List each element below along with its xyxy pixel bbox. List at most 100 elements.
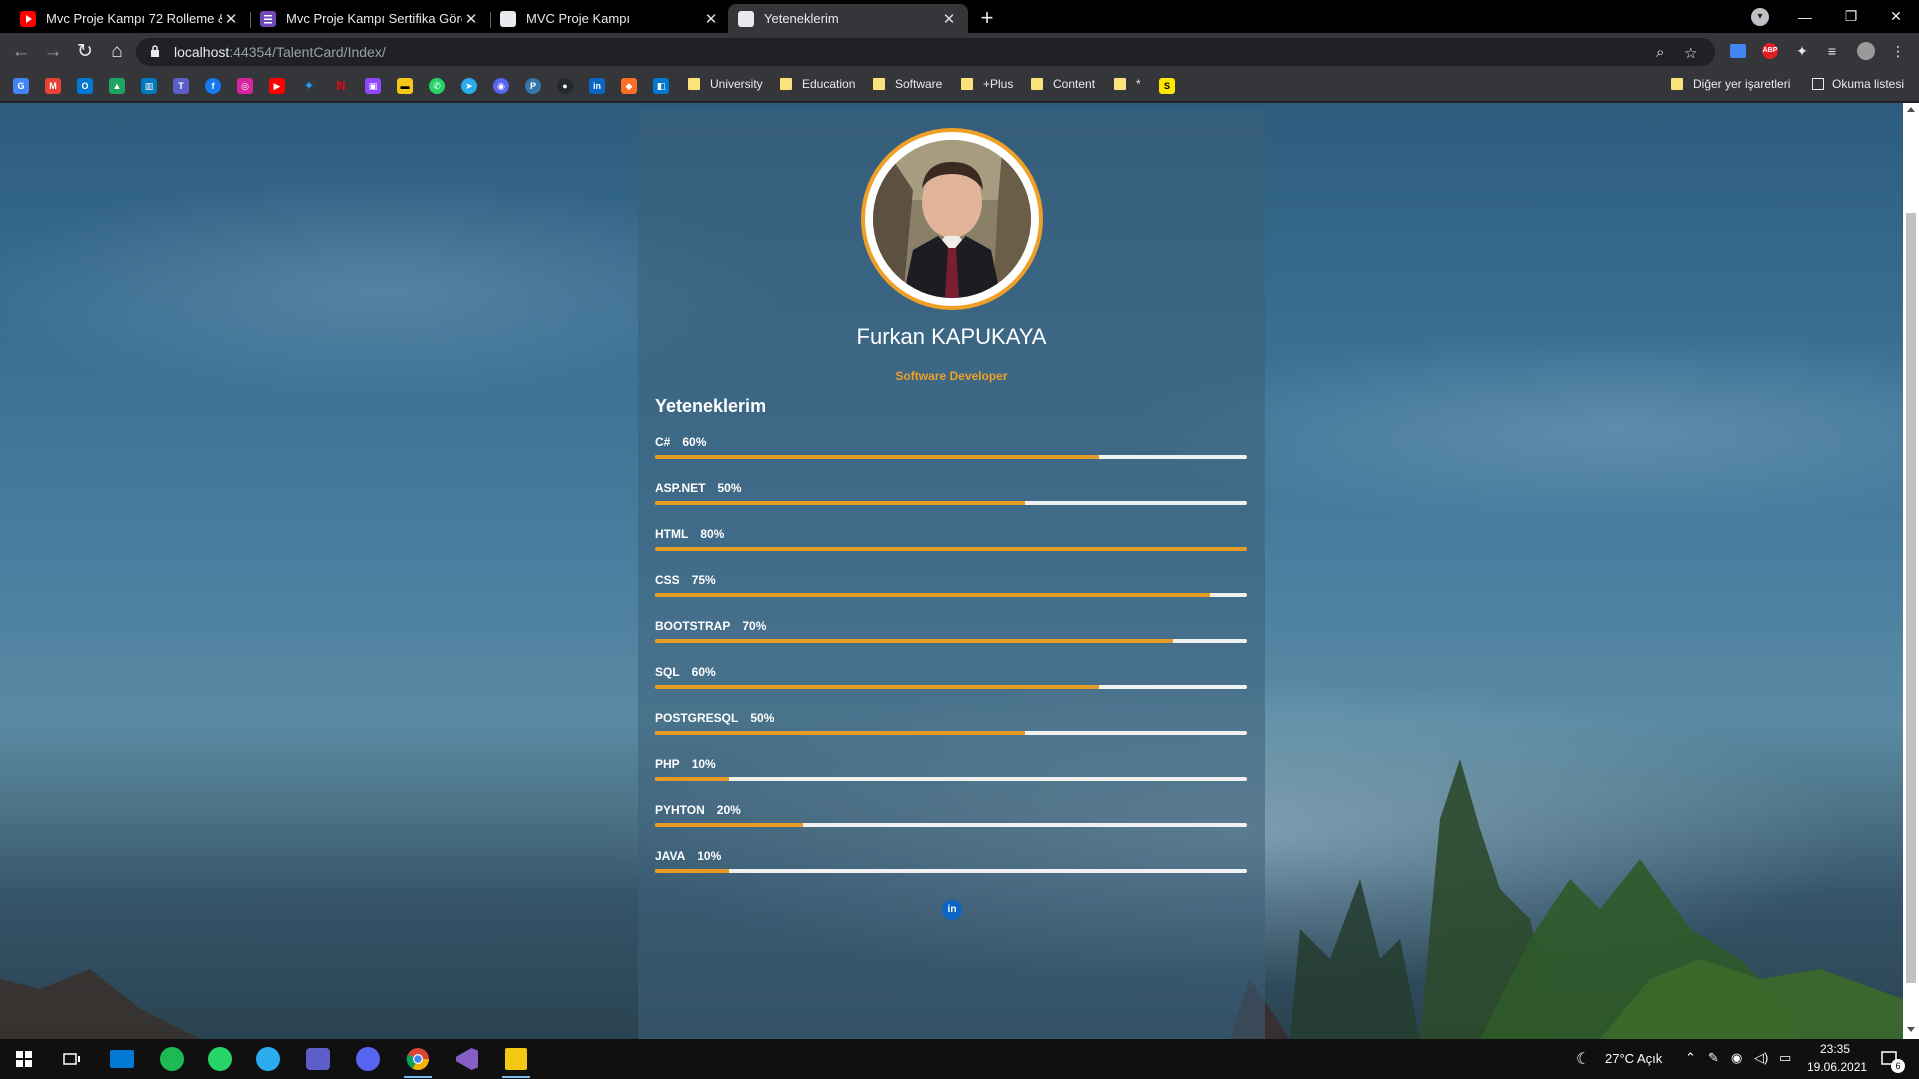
whatsapp-taskbar-icon[interactable] xyxy=(206,1045,234,1073)
talent-card: Furkan KAPUKAYA Software Developer Yeten… xyxy=(638,110,1265,1039)
pen-icon[interactable]: ✎ xyxy=(1708,1050,1719,1066)
bookmarks-bar: G M O ▲ ▥ T f ◎ ▶ ✦ N ▣ ▬ ✆ ➤ ◉ P ● in ◆… xyxy=(0,70,1919,102)
mail-icon[interactable] xyxy=(108,1045,136,1073)
forward-icon[interactable]: → xyxy=(40,39,66,65)
progress-track xyxy=(655,777,1247,781)
profile-name: Furkan KAPUKAYA xyxy=(856,324,1047,349)
skill-row: PYHTON 20% xyxy=(655,803,1247,843)
imdb-icon[interactable]: ▬ xyxy=(397,78,413,94)
skill-name: PYHTON xyxy=(655,803,705,817)
bookmark-folder-education[interactable]: Education xyxy=(780,77,855,91)
menu-icon[interactable]: ⋮ xyxy=(1888,41,1908,61)
linkedin-icon[interactable]: in xyxy=(942,900,962,920)
tray-chevron-icon[interactable]: ⌃ xyxy=(1685,1050,1696,1066)
scroll-up-icon[interactable] xyxy=(1907,107,1915,112)
tab-search-icon[interactable]: ▾ xyxy=(1751,8,1769,26)
extensions-icon[interactable]: ✦ xyxy=(1792,41,1812,61)
clock-time[interactable]: 23:35 xyxy=(1807,1042,1863,1056)
spotify-icon[interactable] xyxy=(158,1045,186,1073)
tab-2[interactable]: Mvc Proje Kampı Sertifika Görev ✕ xyxy=(250,4,490,33)
moon-icon: ☾ xyxy=(1576,1051,1591,1068)
bookmark-folder-star[interactable]: * xyxy=(1114,77,1141,91)
back-icon[interactable]: ← xyxy=(8,39,34,65)
address-bar[interactable]: localhost:44354/TalentCard/Index/ ⌕ ☆ xyxy=(136,38,1715,66)
avatar[interactable] xyxy=(1856,41,1876,61)
volume-icon[interactable]: ◁) xyxy=(1754,1050,1768,1066)
star-icon[interactable]: ☆ xyxy=(1684,44,1697,62)
s-bookmark-icon[interactable]: S xyxy=(1159,78,1175,94)
bookmark-folder-software[interactable]: Software xyxy=(873,77,942,91)
python-icon[interactable]: P xyxy=(525,78,541,94)
netflix-icon[interactable]: N xyxy=(333,78,349,94)
facebook-icon[interactable]: f xyxy=(205,78,221,94)
twitch-icon[interactable]: ▣ xyxy=(365,78,381,94)
sql-tool-icon[interactable] xyxy=(502,1045,530,1078)
bookmark-folder-university[interactable]: University xyxy=(688,77,763,91)
tab-4-active[interactable]: Yeteneklerim ✕ xyxy=(728,4,968,33)
zoom-icon[interactable]: ⌕ xyxy=(1656,44,1664,61)
task-view-icon[interactable] xyxy=(58,1045,86,1073)
translate-bookmark-icon[interactable]: G xyxy=(13,78,29,94)
window-close-button[interactable]: ✕ xyxy=(1873,0,1919,33)
windows-start-icon[interactable] xyxy=(10,1045,38,1073)
instagram-icon[interactable]: ◎ xyxy=(237,78,253,94)
whatsapp-icon[interactable]: ✆ xyxy=(429,78,445,94)
chrome-icon[interactable] xyxy=(404,1045,432,1078)
folder-icon xyxy=(780,78,792,90)
outlook-icon[interactable]: O xyxy=(77,78,93,94)
profile-role: Software Developer xyxy=(895,369,1008,383)
reading-list-icon[interactable]: ≡ xyxy=(1822,41,1842,61)
scroll-down-icon[interactable] xyxy=(1907,1027,1915,1032)
translate-icon[interactable] xyxy=(1728,41,1748,61)
weather-text[interactable]: 27°C Açık xyxy=(1605,1051,1662,1066)
bookmark-folder-content[interactable]: Content xyxy=(1031,77,1095,91)
adblock-icon[interactable]: ABP xyxy=(1760,41,1780,61)
discord-tray-icon[interactable]: ◉ xyxy=(1731,1050,1742,1066)
close-icon[interactable]: ✕ xyxy=(940,10,958,28)
reload-icon[interactable]: ↻ xyxy=(72,39,98,65)
youtube-bookmark-icon[interactable]: ▶ xyxy=(269,78,285,94)
teams-taskbar-icon[interactable] xyxy=(304,1045,332,1073)
azure-icon[interactable]: ◧ xyxy=(653,78,669,94)
restore-button[interactable]: ❐ xyxy=(1828,0,1874,33)
telegram-icon[interactable]: ➤ xyxy=(461,78,477,94)
progress-track xyxy=(655,731,1247,735)
close-icon[interactable]: ✕ xyxy=(462,10,480,28)
progress-fill xyxy=(655,823,803,827)
teams-icon[interactable]: T xyxy=(173,78,189,94)
home-icon[interactable]: ⌂ xyxy=(104,39,130,65)
page-icon xyxy=(500,10,516,27)
bookmark-folder-plus[interactable]: +Plus xyxy=(961,77,1013,91)
twitter-icon[interactable]: ✦ xyxy=(301,78,317,94)
tab-3[interactable]: MVC Proje Kampı ✕ xyxy=(490,4,730,33)
trello-icon[interactable]: ▥ xyxy=(141,78,157,94)
notification-center-icon[interactable]: 6 xyxy=(1876,1045,1905,1073)
close-icon[interactable]: ✕ xyxy=(702,10,720,28)
linkedin-bookmark-icon[interactable]: in xyxy=(589,78,605,94)
clock-date[interactable]: 19.06.2021 xyxy=(1807,1060,1867,1074)
folder-icon xyxy=(688,78,700,90)
other-bookmarks[interactable]: Diğer yer işaretleri xyxy=(1671,77,1790,91)
reading-list-button[interactable]: Okuma listesi xyxy=(1812,77,1904,91)
skill-row: PHP 10% xyxy=(655,757,1247,797)
skill-percent: 10% xyxy=(697,849,722,863)
tab-1[interactable]: Mvc Proje Kampı 72 Rolleme & S ✕ xyxy=(10,4,250,33)
skill-name: CSS xyxy=(655,573,680,587)
drive-icon[interactable]: ▲ xyxy=(109,78,125,94)
network-icon[interactable]: ▭ xyxy=(1779,1050,1791,1066)
telegram-taskbar-icon[interactable] xyxy=(254,1045,282,1073)
discord-taskbar-icon[interactable] xyxy=(354,1045,382,1073)
skill-row: SQL 60% xyxy=(655,665,1247,705)
new-tab-button[interactable]: + xyxy=(974,6,1000,32)
page-scrollbar[interactable] xyxy=(1903,103,1919,1039)
visual-studio-icon[interactable] xyxy=(453,1045,481,1073)
scroll-thumb[interactable] xyxy=(1906,213,1916,983)
github-icon[interactable]: ● xyxy=(557,78,573,94)
skill-percent: 10% xyxy=(691,757,716,771)
gmail-icon[interactable]: M xyxy=(45,78,61,94)
minimize-button[interactable]: — xyxy=(1782,0,1828,33)
close-icon[interactable]: ✕ xyxy=(222,10,240,28)
progress-track xyxy=(655,593,1247,597)
gitlab-icon[interactable]: ◆ xyxy=(621,78,637,94)
discord-icon[interactable]: ◉ xyxy=(493,78,509,94)
